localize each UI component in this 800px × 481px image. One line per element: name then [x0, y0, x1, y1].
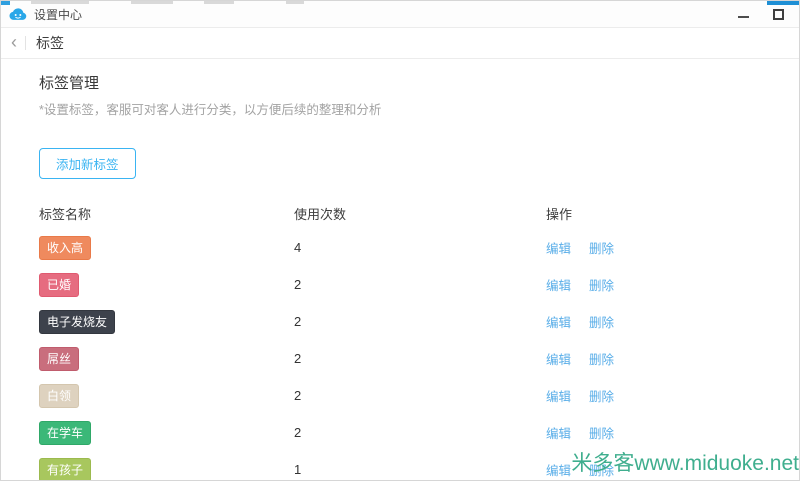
usage-count: 1: [294, 462, 301, 477]
edit-link[interactable]: 编辑: [546, 349, 571, 368]
table-row: 有孩子 1 编辑 删除: [39, 451, 799, 481]
background-artifact: [767, 1, 800, 5]
section-subtitle: *设置标签，客服可对客人进行分类，以方便后续的整理和分析: [39, 102, 799, 118]
edit-link[interactable]: 编辑: [546, 423, 571, 442]
minimize-button[interactable]: [728, 3, 758, 25]
delete-link[interactable]: 删除: [589, 460, 614, 479]
table-row: 电子发烧友 2 编辑 删除: [39, 303, 799, 340]
maximize-icon: [773, 9, 784, 20]
background-artifact: [131, 1, 173, 4]
tag-chip: 在学车: [39, 421, 91, 445]
tag-chip: 已婚: [39, 273, 79, 297]
tag-chip: 电子发烧友: [39, 310, 115, 334]
section-heading: 标签管理: [39, 75, 799, 93]
edit-link[interactable]: 编辑: [546, 312, 571, 331]
delete-link[interactable]: 删除: [589, 423, 614, 442]
tag-chip: 屌丝: [39, 347, 79, 371]
back-icon[interactable]: ‹: [1, 33, 25, 54]
tag-table: 标签名称 使用次数 操作 收入高 4 编辑 删除 已婚 2 编辑 删除: [39, 203, 799, 481]
page-title: 标签: [36, 33, 64, 53]
settings-window: 设置中心 ‹ 标签 标签管理 *设置标签，客服可对客人进行分类，以方便后续的整理…: [0, 0, 800, 481]
edit-link[interactable]: 编辑: [546, 238, 571, 257]
table-row: 已婚 2 编辑 删除: [39, 266, 799, 303]
app-logo-cloud-icon: [9, 7, 27, 21]
table-body: 收入高 4 编辑 删除 已婚 2 编辑 删除 电子发烧友 2 编辑 删除: [39, 229, 799, 481]
header-operations: 操作: [546, 204, 799, 223]
navbar: ‹ 标签: [1, 28, 799, 59]
titlebar: 设置中心: [1, 1, 799, 28]
edit-link[interactable]: 编辑: [546, 460, 571, 479]
usage-count: 2: [294, 277, 301, 292]
background-artifact: [286, 1, 304, 4]
delete-link[interactable]: 删除: [589, 275, 614, 294]
usage-count: 2: [294, 425, 301, 440]
window-controls: [728, 3, 799, 25]
minimize-icon: [738, 16, 749, 18]
table-row: 屌丝 2 编辑 删除: [39, 340, 799, 377]
usage-count: 2: [294, 388, 301, 403]
table-row: 白领 2 编辑 删除: [39, 377, 799, 414]
edit-link[interactable]: 编辑: [546, 275, 571, 294]
nav-divider: [25, 36, 26, 50]
background-artifact: [31, 1, 89, 4]
delete-link[interactable]: 删除: [589, 312, 614, 331]
tag-chip: 白领: [39, 384, 79, 408]
tag-chip: 收入高: [39, 236, 91, 260]
add-tag-button[interactable]: 添加新标签: [39, 148, 136, 179]
delete-link[interactable]: 删除: [589, 386, 614, 405]
table-row: 收入高 4 编辑 删除: [39, 229, 799, 266]
delete-link[interactable]: 删除: [589, 238, 614, 257]
table-row: 在学车 2 编辑 删除: [39, 414, 799, 451]
usage-count: 2: [294, 351, 301, 366]
content-area: 标签管理 *设置标签，客服可对客人进行分类，以方便后续的整理和分析 添加新标签 …: [1, 59, 799, 481]
header-tag-name: 标签名称: [39, 204, 294, 223]
background-artifacts: [1, 1, 799, 5]
window-title: 设置中心: [34, 6, 82, 23]
delete-link[interactable]: 删除: [589, 349, 614, 368]
usage-count: 2: [294, 314, 301, 329]
table-header-row: 标签名称 使用次数 操作: [39, 203, 799, 223]
tag-chip: 有孩子: [39, 458, 91, 481]
header-usage-count: 使用次数: [294, 204, 546, 223]
usage-count: 4: [294, 240, 301, 255]
background-artifact: [1, 1, 10, 5]
edit-link[interactable]: 编辑: [546, 386, 571, 405]
background-artifact: [204, 1, 234, 4]
maximize-button[interactable]: [763, 3, 793, 25]
